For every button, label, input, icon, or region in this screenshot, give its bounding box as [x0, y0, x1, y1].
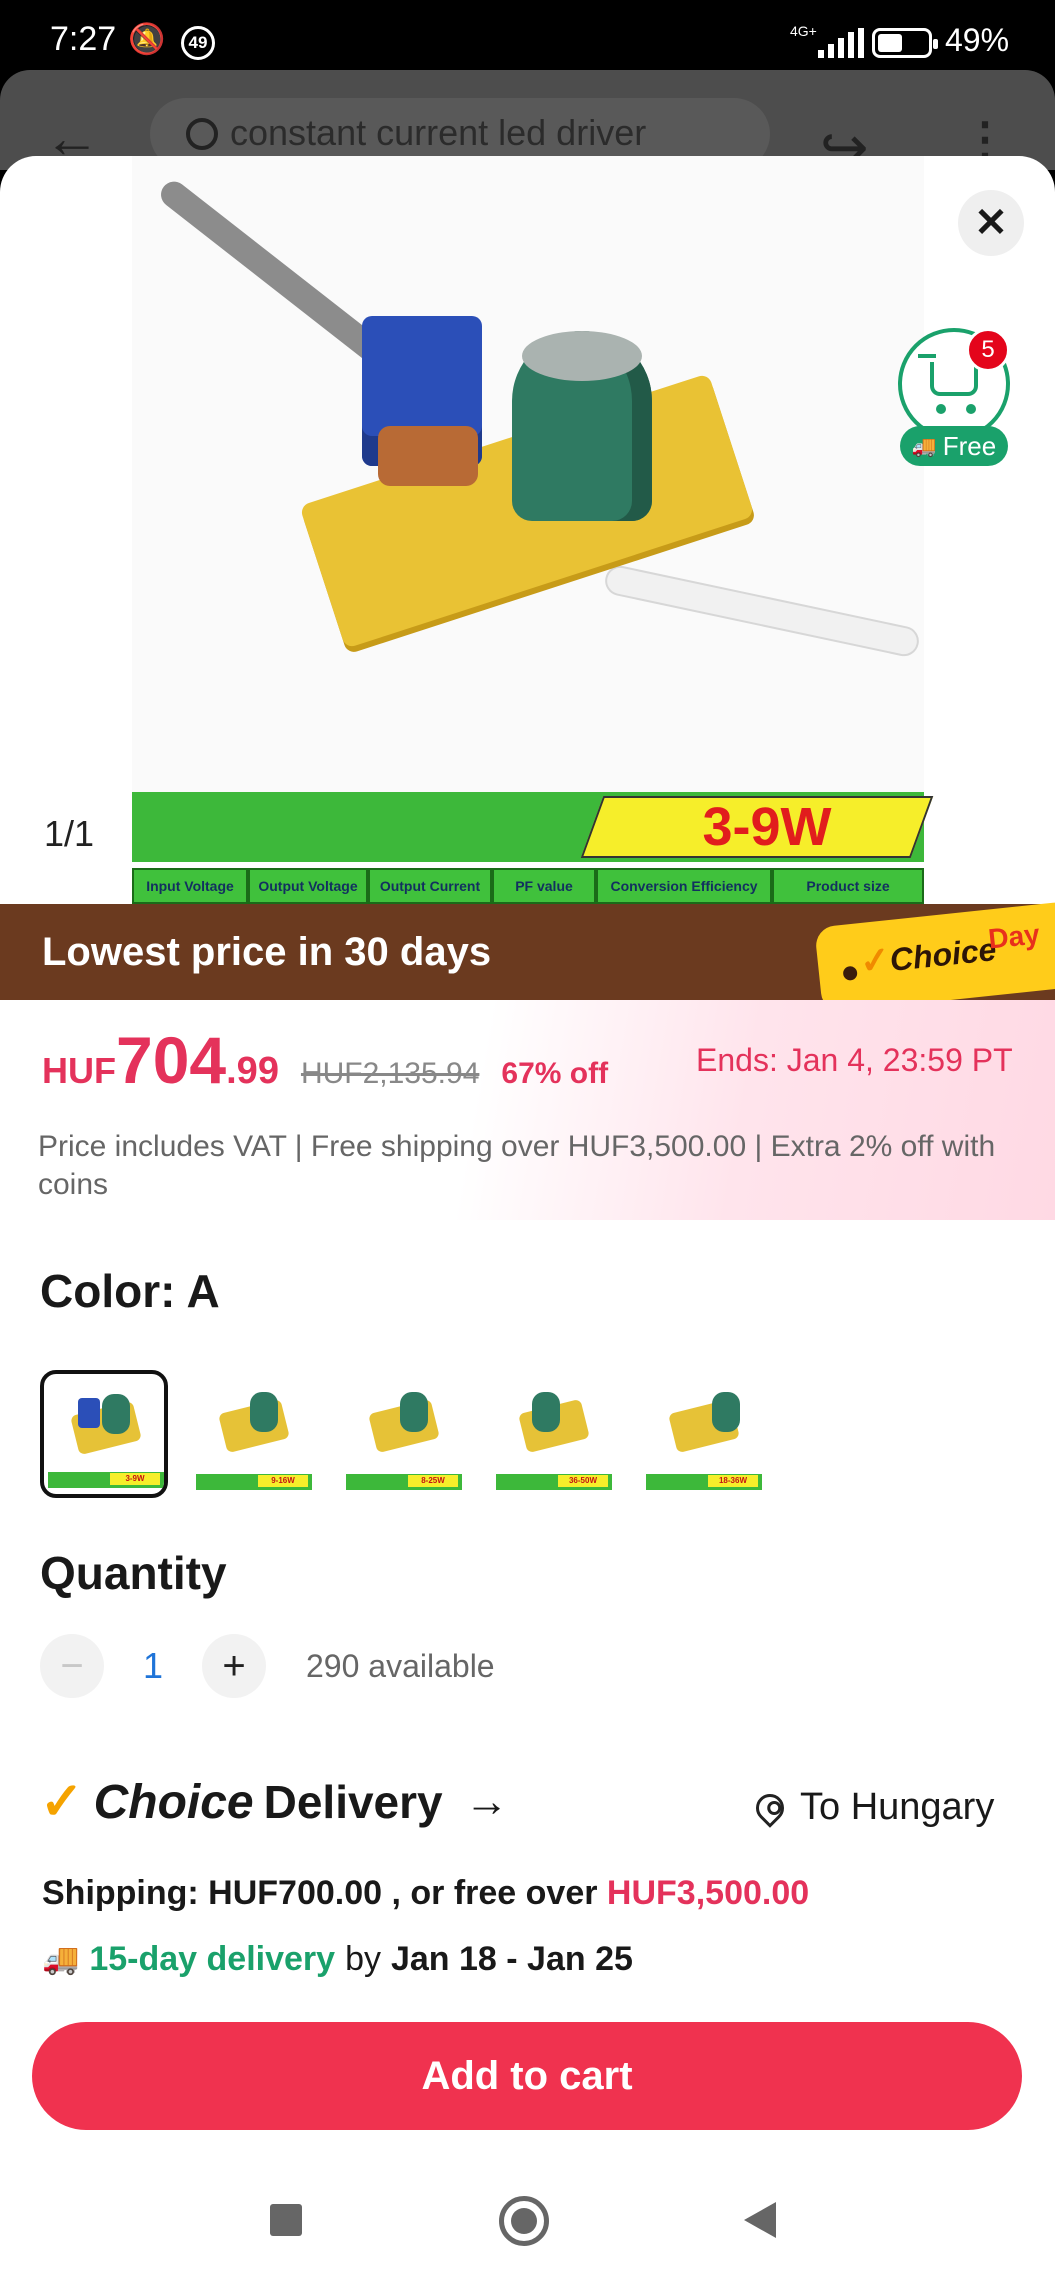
- original-price: HUF2,135.94: [300, 1057, 480, 1090]
- swatch-wattage: 36-50W: [558, 1475, 608, 1487]
- shipping-prefix: Shipping: HUF700.00 , or free over: [42, 1874, 607, 1912]
- delivery-by: by: [345, 1940, 381, 1978]
- color-swatch-3[interactable]: 8-25W: [340, 1370, 468, 1498]
- color-swatches: 3-9W 9-16W 8-25W 36-50W 18-36W: [40, 1370, 768, 1498]
- free-label: Free: [942, 430, 997, 461]
- close-icon: ✕: [974, 201, 1008, 245]
- mute-icon: 🔕: [128, 23, 166, 56]
- banner-wattage: 3-9W: [702, 797, 832, 857]
- spec-column: Output Current: [368, 868, 492, 904]
- choice-delivery-link[interactable]: ✓ Choice Delivery →: [40, 1772, 509, 1832]
- quantity-decrease-button[interactable]: −: [40, 1634, 104, 1698]
- status-time: 7:27: [50, 20, 117, 58]
- background-product-header: ← constant current led driver ↪ ⋮: [0, 70, 1055, 177]
- lowest-price-label: Lowest price in 30 days: [42, 930, 492, 974]
- battery-percent: 49%: [945, 22, 1010, 58]
- close-button[interactable]: ✕: [958, 190, 1024, 256]
- lowest-price-bar: Lowest price in 30 days ✓ Choice Day: [0, 900, 1055, 1014]
- spec-column: Output Voltage: [248, 868, 368, 904]
- color-swatch-1[interactable]: 3-9W: [40, 1370, 168, 1498]
- transformer: [362, 316, 482, 486]
- quantity-label: Quantity: [40, 1547, 227, 1599]
- choice-day-word: Choice: [888, 931, 998, 978]
- back-icon[interactable]: [744, 2202, 776, 2238]
- quantity-stepper: − 1 + 290 available: [40, 1634, 495, 1698]
- choice-day-day: Day: [986, 918, 1042, 955]
- quantity-increase-button[interactable]: +: [202, 1634, 266, 1698]
- add-to-cart-button[interactable]: Add to cart: [32, 2022, 1022, 2130]
- system-navigation-bar: [0, 2130, 1055, 2286]
- network-type: 4G+: [790, 23, 817, 39]
- color-swatch-5[interactable]: 18-36W: [640, 1370, 768, 1498]
- discount-percent: 67% off: [501, 1057, 609, 1090]
- spec-column: PF value: [492, 868, 596, 904]
- choice-brand: Choice: [93, 1775, 254, 1829]
- spec-column: Product size: [772, 868, 924, 904]
- price-note: Price includes VAT | Free shipping over …: [38, 1130, 996, 1201]
- price-integer: 704: [116, 1023, 227, 1097]
- battery-icon: [872, 28, 938, 58]
- price-currency: HUF: [42, 1050, 116, 1091]
- recent-apps-icon[interactable]: [270, 2204, 302, 2236]
- delivery-date-range: Jan 18 - Jan 25: [390, 1940, 633, 1978]
- delivery-truck-icon: 🚚: [42, 1943, 80, 1976]
- spec-column: Conversion Efficiency: [596, 868, 772, 904]
- delivery-title: Delivery: [263, 1776, 443, 1828]
- swatch-wattage: 18-36W: [708, 1475, 758, 1487]
- color-swatch-4[interactable]: 36-50W: [490, 1370, 618, 1498]
- choice-check-icon: ✓: [40, 1773, 84, 1831]
- shipping-cost: Shipping: HUF700.00 , or free over HUF3,…: [42, 1874, 809, 1913]
- swatch-wattage: 3-9W: [110, 1473, 160, 1485]
- cart-count-badge: 5: [966, 328, 1010, 372]
- promo-end-time: Ends: Jan 4, 23:59 PT: [696, 1042, 1013, 1078]
- swatch-wattage: 8-25W: [408, 1475, 458, 1487]
- cart-icon: [918, 354, 978, 396]
- price-section: HUF 704 .99 HUF2,135.94 67% off Ends: Ja…: [0, 1000, 1055, 1220]
- price-decimals: .99: [226, 1050, 279, 1092]
- ship-to-country: To Hungary: [800, 1786, 995, 1828]
- home-icon[interactable]: [499, 2196, 549, 2246]
- color-label: Color: A: [40, 1265, 220, 1317]
- choice-day-badge: ✓ Choice Day: [814, 900, 1055, 1014]
- status-bar: 7:27 🔕 49 4G+ 49%: [0, 0, 1055, 80]
- color-swatch-2[interactable]: 9-16W: [190, 1370, 318, 1498]
- ship-to-selector[interactable]: To Hungary: [750, 1786, 995, 1829]
- checkmark-icon: ✓: [857, 938, 893, 983]
- swatch-wattage: 9-16W: [258, 1475, 308, 1487]
- white-wire: [602, 563, 922, 659]
- sku-selector-sheet: 3-9W Input Voltage Output Voltage Output…: [0, 156, 1055, 2286]
- notification-count-badge: 49: [181, 26, 215, 60]
- image-counter: 1/1: [44, 813, 95, 854]
- spec-table-header: Input Voltage Output Voltage Output Curr…: [132, 868, 924, 904]
- truck-icon: 🚚: [911, 435, 937, 458]
- location-pin-icon: [750, 1787, 790, 1828]
- price-row: HUF 704 .99 HUF2,135.94 67% off: [42, 1022, 608, 1098]
- spec-column: Input Voltage: [132, 868, 248, 904]
- capacitor: [512, 331, 652, 521]
- product-spec-banner: 3-9W Input Voltage Output Voltage Output…: [132, 792, 934, 904]
- shipping-threshold: HUF3,500.00: [606, 1874, 810, 1912]
- arrow-right-icon: →: [464, 1777, 509, 1826]
- delivery-estimate: 🚚 15-day delivery by Jan 18 - Jan 25: [42, 1940, 633, 1979]
- free-shipping-pill: 🚚 Free: [900, 426, 1008, 466]
- delivery-days: 15-day delivery: [89, 1940, 336, 1978]
- quantity-value[interactable]: 1: [104, 1645, 202, 1687]
- signal-icon: [818, 28, 864, 58]
- stock-available: 290 available: [306, 1647, 495, 1684]
